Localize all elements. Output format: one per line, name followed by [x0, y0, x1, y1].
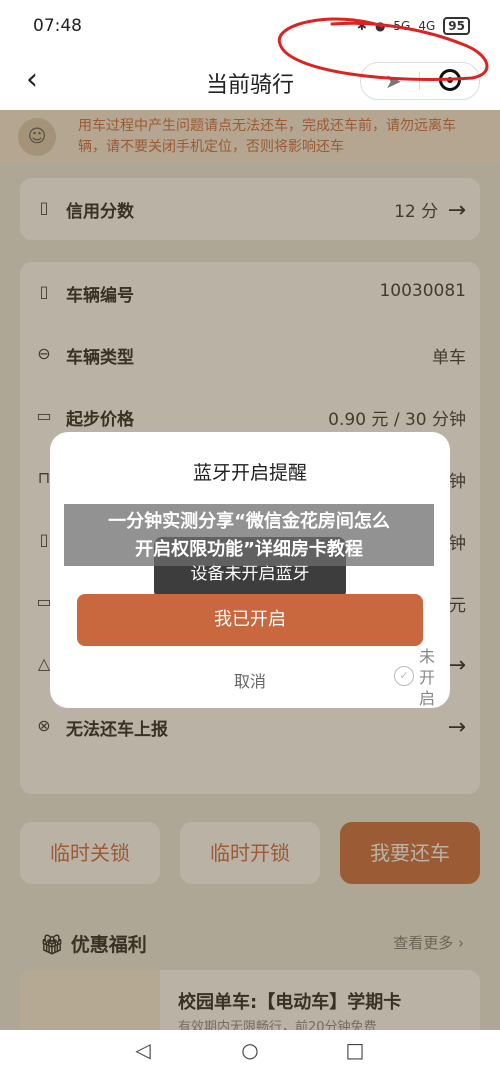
- back-triangle-icon[interactable]: ◁: [128, 1038, 158, 1062]
- confirm-enabled-button[interactable]: 我已开启: [77, 594, 423, 646]
- recents-square-icon[interactable]: □: [340, 1038, 370, 1062]
- home-circle-icon[interactable]: ○: [235, 1038, 265, 1062]
- status-time: 07:48: [33, 16, 82, 36]
- system-nav-bar: ◁ ○ □: [0, 1030, 500, 1069]
- bluetooth-status-label: 未开启: [419, 647, 436, 708]
- banner-line-1: 一分钟实测分享“微信金花房间怎么: [108, 511, 390, 532]
- banner-line-2: 开启权限功能”详细房卡教程: [135, 539, 363, 560]
- cancel-button[interactable]: 取消: [220, 668, 280, 692]
- overlay-caption-banner: 一分钟实测分享“微信金花房间怎么 开启权限功能”详细房卡教程: [64, 504, 434, 566]
- red-scribble-annotation: [277, 17, 489, 81]
- check-icon: ✓: [394, 666, 414, 686]
- bluetooth-reminder-dialog: 蓝牙开启提醒 设备未开启蓝牙 我已开启 取消 ✓ 未开启: [50, 432, 450, 708]
- dialog-title: 蓝牙开启提醒: [192, 462, 307, 484]
